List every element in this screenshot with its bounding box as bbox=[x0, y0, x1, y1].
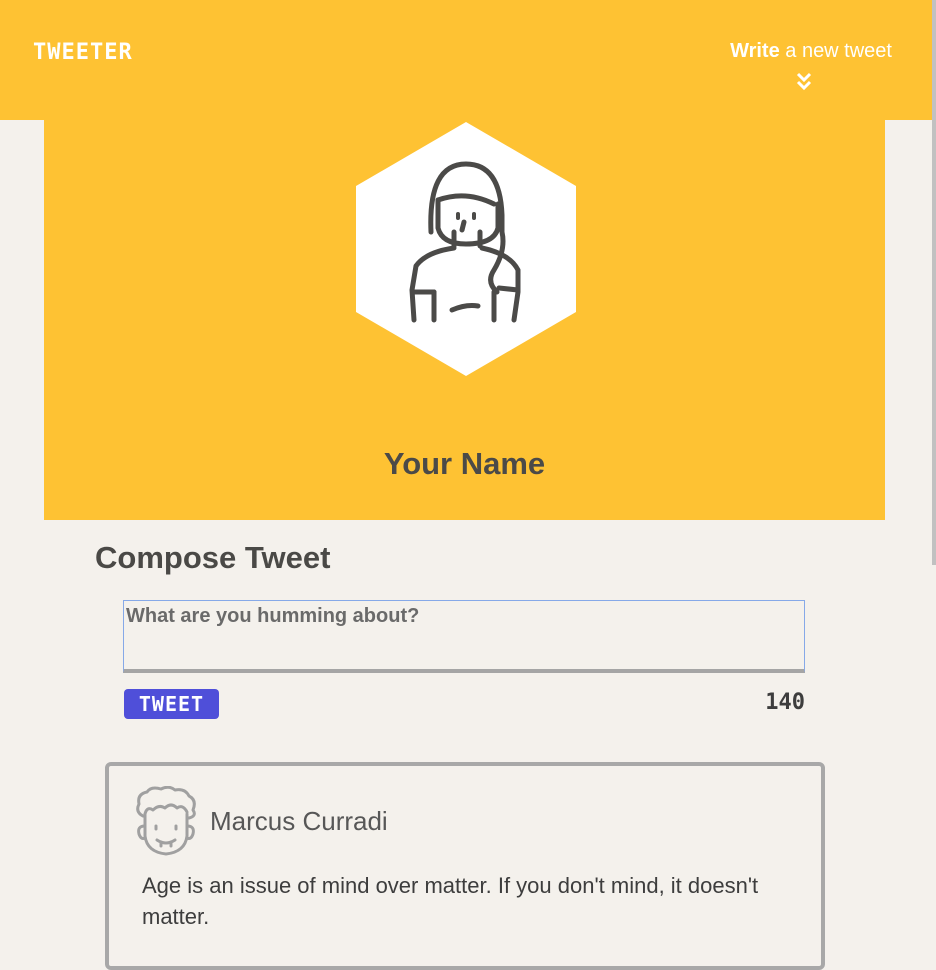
page-scrollbar[interactable] bbox=[932, 0, 936, 565]
profile-name: Your Name bbox=[383, 446, 546, 481]
write-rest-text: a new tweet bbox=[779, 40, 892, 62]
tweet-author[interactable]: Marcus Curradi bbox=[210, 806, 388, 837]
write-new-tweet-link[interactable]: Write a new tweet bbox=[730, 40, 892, 63]
profile-banner: Your Name bbox=[44, 120, 885, 520]
tweet-button[interactable]: TWEET bbox=[124, 689, 219, 719]
double-chevron-down-icon[interactable] bbox=[796, 70, 812, 94]
character-counter: 140 bbox=[765, 690, 805, 715]
tweet-text: Age is an issue of mind over matter. If … bbox=[142, 873, 759, 929]
compose-title: Compose Tweet bbox=[95, 540, 331, 575]
user-woman-icon bbox=[356, 122, 576, 376]
user-man-icon bbox=[136, 786, 196, 856]
top-navbar: TWEETER Write a new tweet bbox=[0, 0, 932, 120]
tweet-card: Marcus Curradi Age is an issue of mind o… bbox=[105, 762, 825, 970]
brand-logo[interactable]: TWEETER bbox=[33, 40, 133, 65]
tweet-input[interactable] bbox=[123, 600, 805, 673]
write-bold-text: Write bbox=[730, 40, 780, 62]
